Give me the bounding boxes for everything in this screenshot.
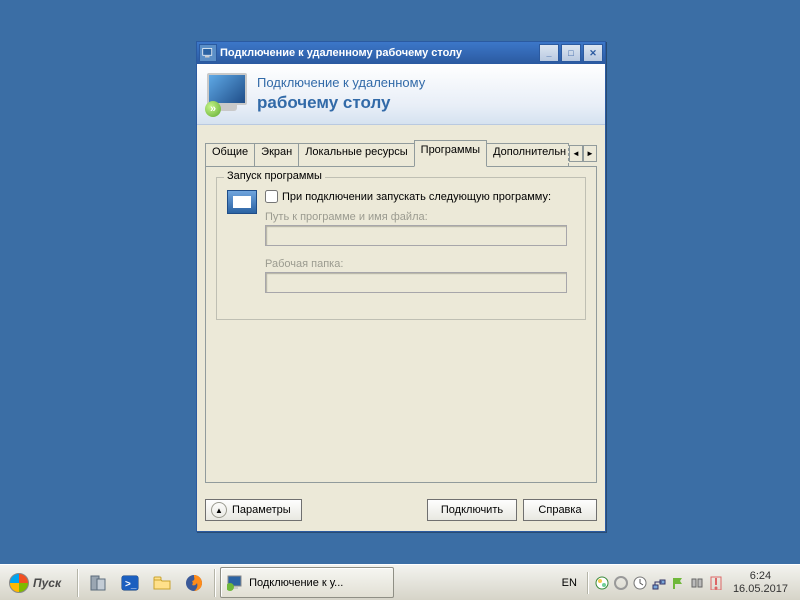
tray-action-center-icon[interactable] [708,575,724,591]
tray-date: 16.05.2017 [733,583,788,596]
tray-shield-icon[interactable] [613,575,629,591]
start-button[interactable]: Пуск [3,567,71,598]
options-button[interactable]: ▲ Параметры [205,499,302,521]
tab-local-resources[interactable]: Локальные ресурсы [298,143,414,166]
tray-security-icon[interactable] [594,575,610,591]
separator [587,572,588,594]
checkbox-start-program-label: При подключении запускать следующую прог… [282,191,551,203]
svg-text:>_: >_ [125,579,137,590]
input-workdir [265,272,567,293]
chevron-up-icon: ▲ [211,502,227,518]
tray-devices-icon[interactable] [689,575,705,591]
tray-clock-icon[interactable] [632,575,648,591]
maximize-button[interactable]: □ [561,44,581,62]
task-rdp[interactable]: Подключение к у... [220,567,394,598]
rdp-window: Подключение к удаленному рабочему столу … [196,41,606,532]
quick-launch: >_ [81,567,211,598]
rdp-task-icon [227,574,245,592]
ql-server-manager[interactable] [83,567,113,598]
ql-powershell[interactable]: >_ [115,567,145,598]
tab-advanced[interactable]: Дополнительн [486,143,569,166]
system-tray: EN 6:24 16.05.2017 [552,570,800,595]
label-program-path: Путь к программе и имя файла: [265,211,575,223]
separator [77,569,78,597]
task-label: Подключение к у... [249,577,343,589]
banner: » Подключение к удаленному рабочему стол… [197,64,605,125]
banner-line1: Подключение к удаленному [257,75,425,91]
tray-clock[interactable]: 6:24 16.05.2017 [727,570,794,595]
desktop: Подключение к удаленному рабочему столу … [0,0,800,565]
tab-display[interactable]: Экран [254,143,299,166]
connect-button[interactable]: Подключить [427,499,517,521]
group-start-program: Запуск программы При подключении запуска… [216,177,586,320]
tab-general[interactable]: Общие [205,143,255,166]
start-label: Пуск [33,576,61,590]
tab-strip: Общие Экран Локальные ресурсы Программы … [205,143,597,166]
dialog-body: Общие Экран Локальные ресурсы Программы … [197,125,605,491]
label-workdir: Рабочая папка: [265,258,575,270]
minimize-button[interactable]: _ [539,44,559,62]
language-indicator[interactable]: EN [558,575,581,591]
close-button[interactable]: ✕ [583,44,603,62]
connect-orb-icon: » [205,101,221,117]
titlebar[interactable]: Подключение к удаленному рабочему столу … [197,42,605,64]
tray-time: 6:24 [733,570,788,583]
checkbox-start-program[interactable]: При подключении запускать следующую прог… [265,190,575,203]
window-icon [199,44,217,62]
button-row: ▲ Параметры Подключить Справка [197,491,605,531]
ql-firefox[interactable] [179,567,209,598]
program-icon [227,190,257,214]
tab-scroll-right[interactable]: ► [583,145,597,162]
input-program-path [265,225,567,246]
window-title: Подключение к удаленному рабочему столу [220,47,539,59]
separator [214,569,215,597]
tab-programs[interactable]: Программы [414,140,487,167]
tray-network-icon[interactable] [651,575,667,591]
checkbox-start-program-input[interactable] [265,190,278,203]
windows-logo-icon [9,573,29,593]
taskbar: Пуск >_ Подключение к у... EN [0,564,800,600]
help-button[interactable]: Справка [523,499,597,521]
ql-explorer[interactable] [147,567,177,598]
rdp-icon: » [207,73,249,115]
group-legend: Запуск программы [224,170,325,182]
tab-panel-programs: Запуск программы При подключении запуска… [205,166,597,483]
tray-flag-icon[interactable] [670,575,686,591]
tab-scroll: ◄ ► [569,145,597,162]
banner-line2: рабочему столу [257,92,425,113]
tab-scroll-left[interactable]: ◄ [569,145,583,162]
